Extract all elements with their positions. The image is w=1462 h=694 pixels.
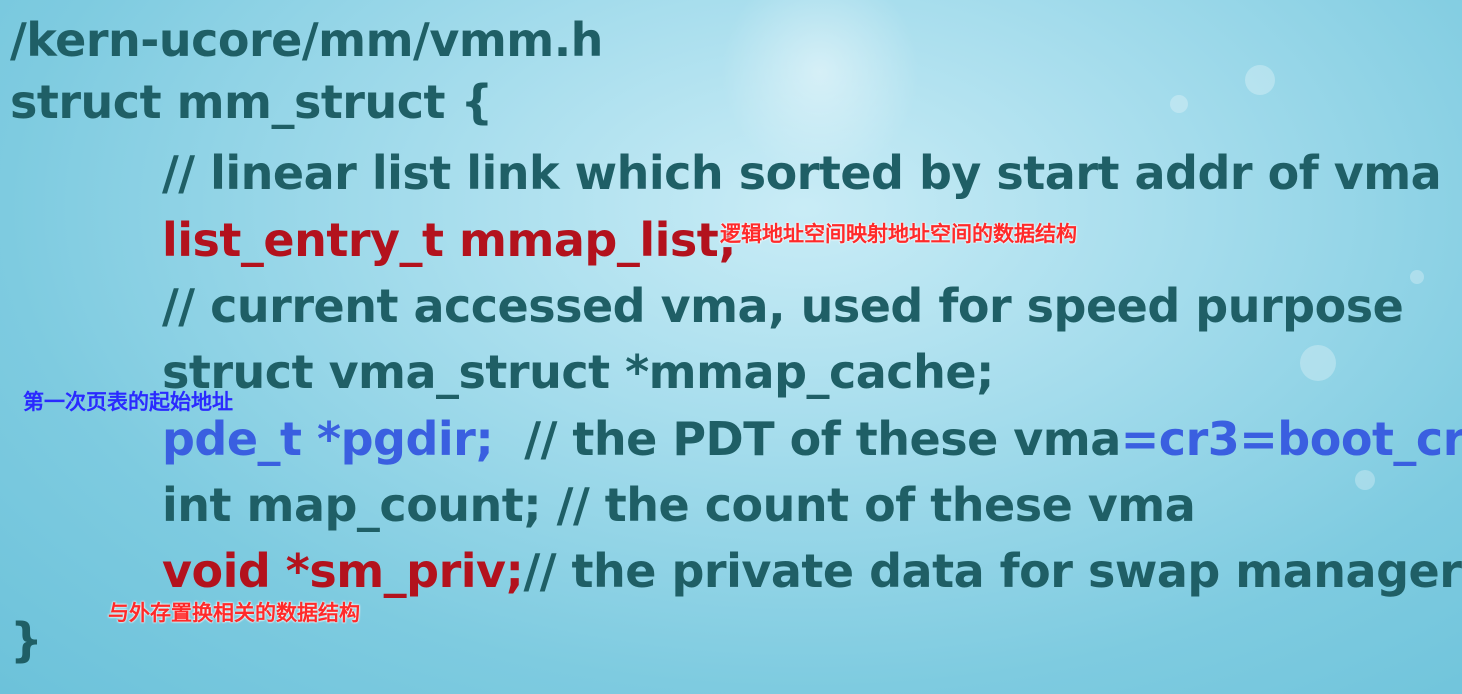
map-count-field: int map_count; // the count of these vma	[162, 478, 1196, 532]
background-bubble	[1300, 345, 1336, 381]
background-bubble	[1410, 270, 1424, 284]
struct-open: struct mm_struct {	[10, 75, 493, 129]
pgdir-line: pde_t *pgdir; // the PDT of these vma=cr…	[162, 409, 1462, 469]
background-bubble	[1355, 470, 1375, 490]
file-path: /kern-ucore/mm/vmm.h	[10, 13, 603, 67]
mmap-cache-field: struct vma_struct *mmap_cache;	[162, 345, 994, 399]
mmap-list-annotation: 逻辑地址空间映射地址空间的数据结构	[720, 222, 1077, 246]
sm-priv-line: void *sm_priv;// the private data for sw…	[162, 541, 1462, 601]
comment-list: // linear list link which sorted by star…	[162, 146, 1442, 200]
sm-priv-annotation: 与外存置换相关的数据结构	[108, 601, 360, 625]
background-bubble	[1170, 95, 1188, 113]
pgdir-cr3: =cr3=boot_cr3	[1120, 412, 1462, 466]
background-bubble	[1245, 65, 1275, 95]
sm-priv-decl: void *sm_priv;	[162, 544, 524, 598]
sm-priv-comment: // the private data for swap manager	[523, 544, 1462, 598]
pgdir-comment: // the PDT of these vma	[493, 412, 1121, 466]
pgdir-decl: pde_t *pgdir;	[162, 412, 494, 466]
struct-close: }	[10, 613, 43, 667]
comment-cache: // current accessed vma, used for speed …	[162, 279, 1404, 333]
mmap-list-field: list_entry_t mmap_list;	[162, 213, 737, 267]
